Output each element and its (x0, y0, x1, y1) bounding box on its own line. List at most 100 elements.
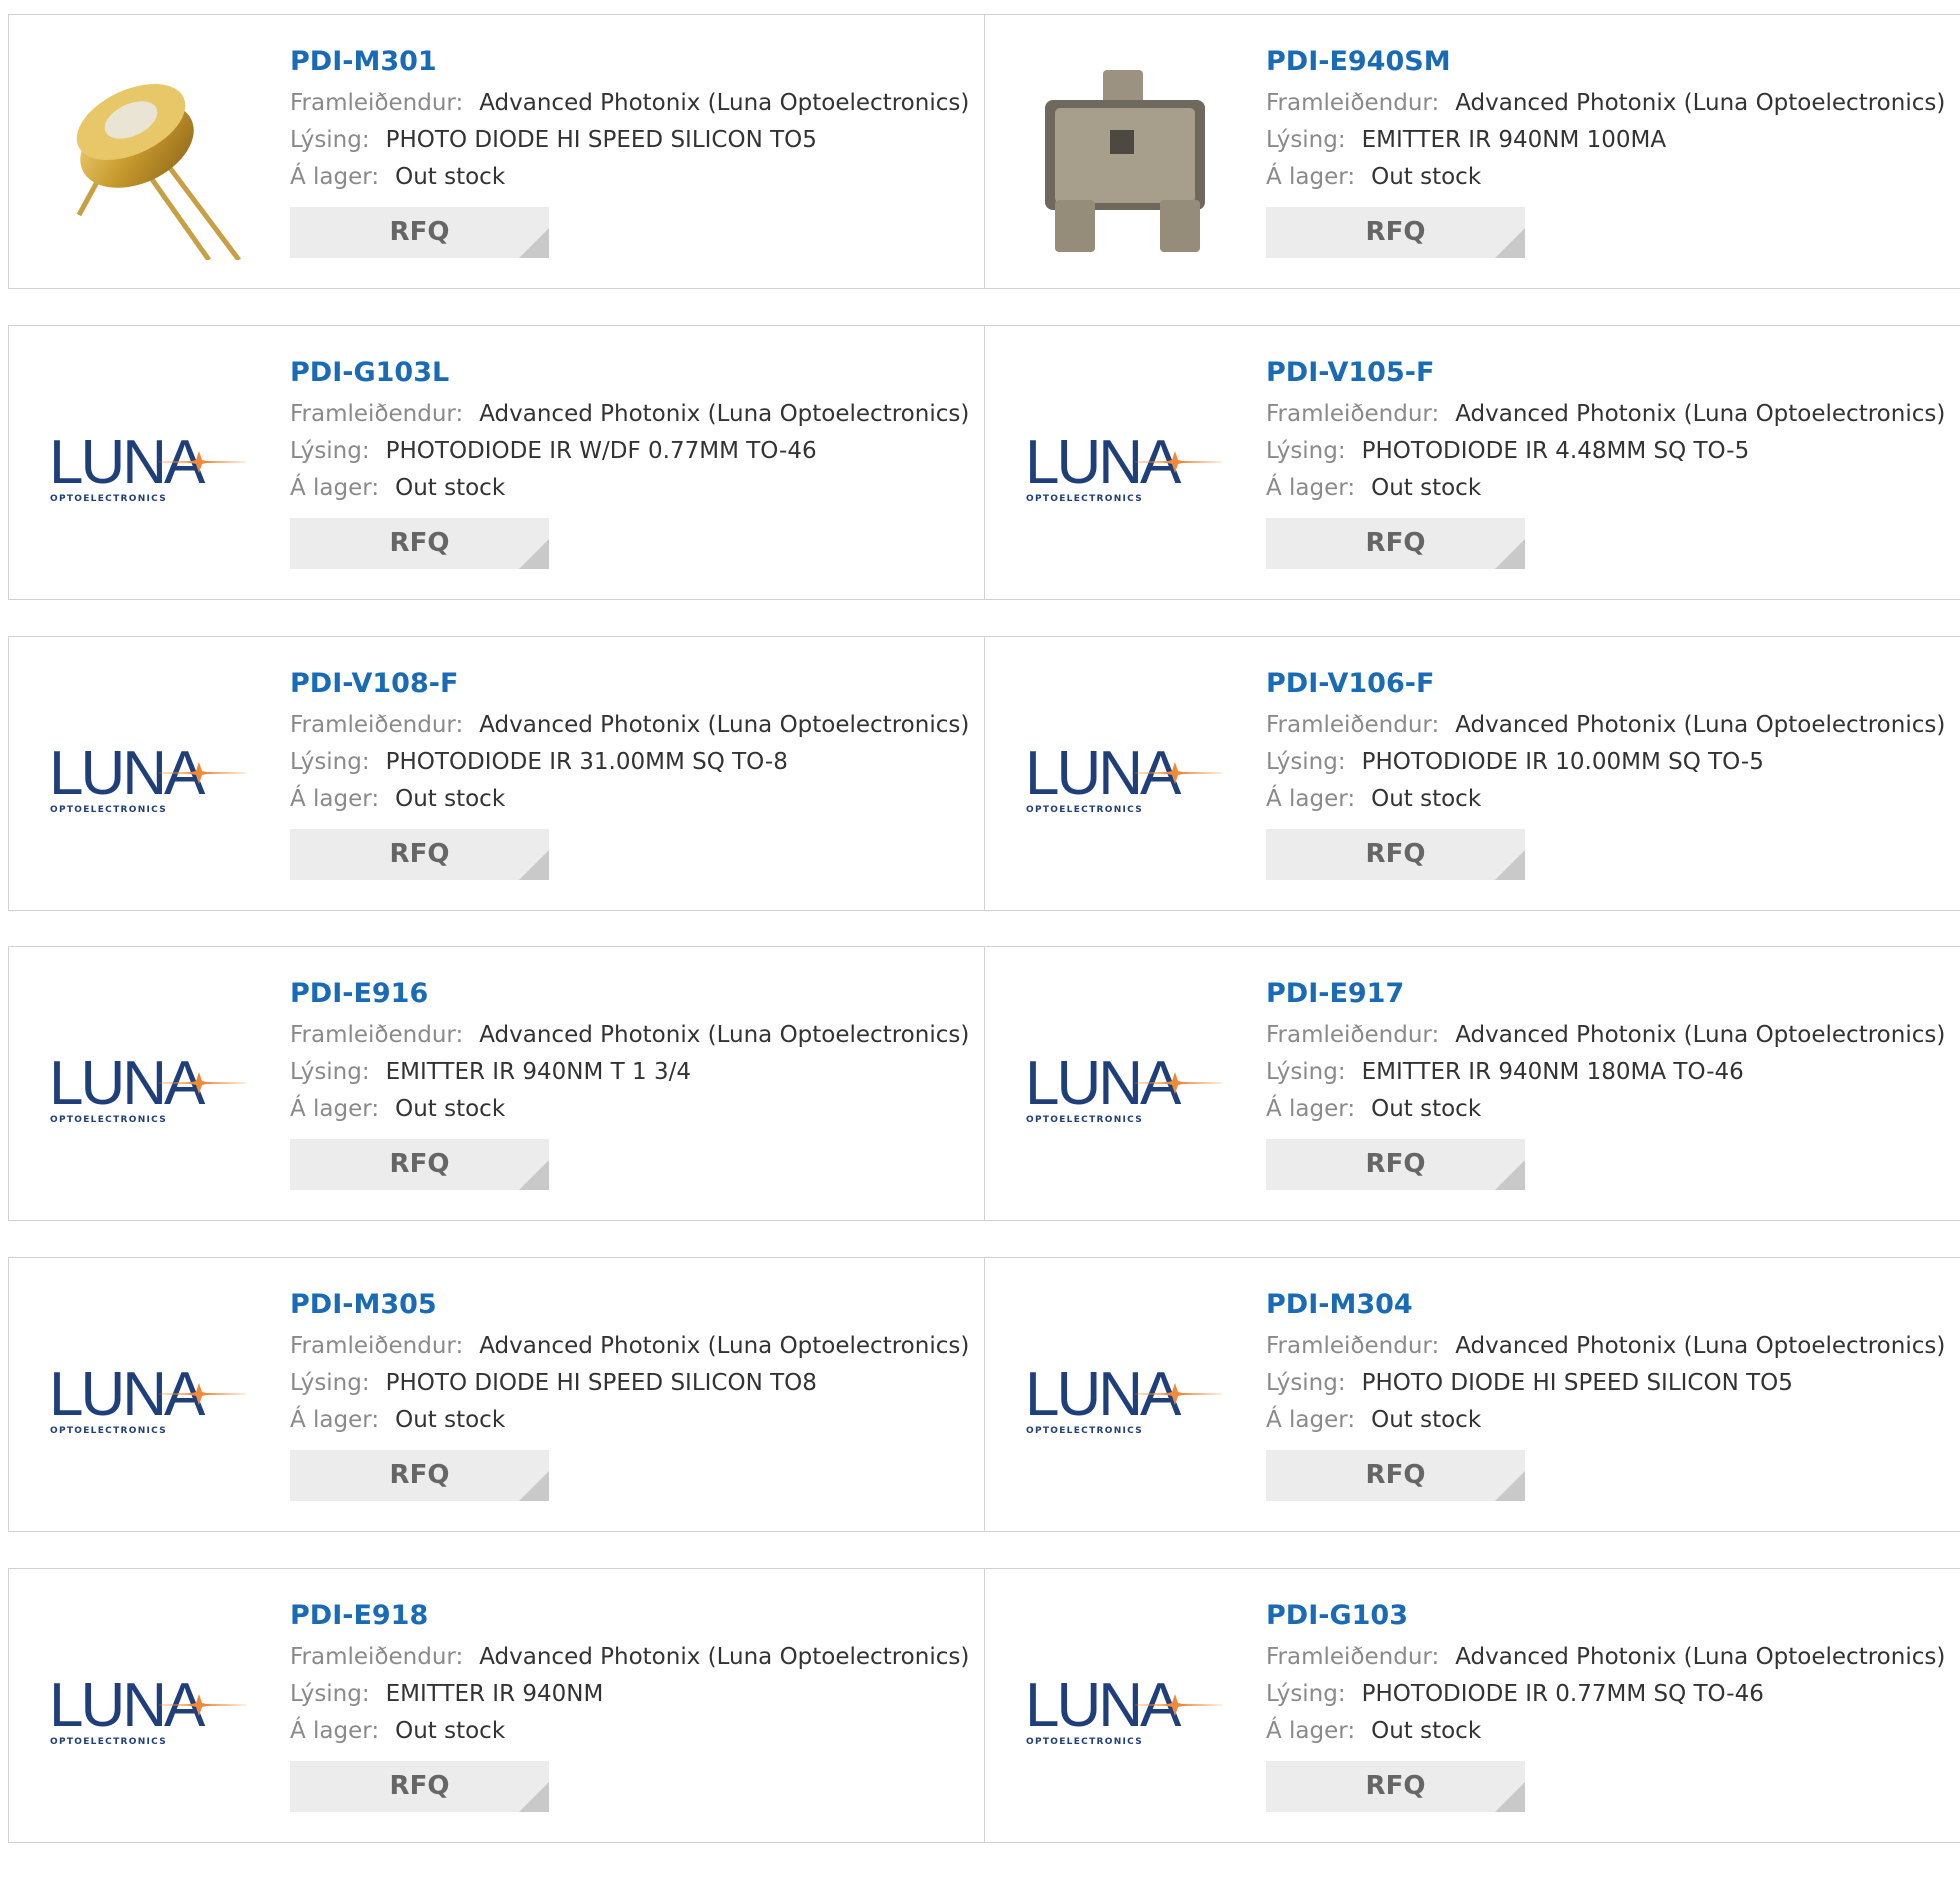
description-value: PHOTODIODE IR 0.77MM SQ TO-46 (1361, 1681, 1764, 1707)
logo-word: LUNA (1025, 1052, 1182, 1118)
manufacturer-label: Framleiðendur: (290, 1333, 464, 1359)
description-row: Lýsing: PHOTODIODE IR 0.77MM SQ TO-46 (1266, 1676, 1945, 1713)
product-card: LUNA OPTOELECTRONICS PDI-E917 Framleiðen… (984, 947, 1960, 1220)
part-number-link[interactable]: PDI-V106-F (1266, 667, 1945, 701)
stock-value: Out stock (1371, 1096, 1482, 1122)
product-image[interactable]: LUNA OPTOELECTRONICS (1025, 1303, 1225, 1503)
part-number-link[interactable]: PDI-E940SM (1266, 45, 1945, 79)
manufacturer-value: Advanced Photonix (Luna Optoelectronics) (1455, 90, 1946, 116)
product-image[interactable]: LUNA OPTOELECTRONICS (49, 371, 249, 571)
corner-fold-icon (1495, 1471, 1525, 1501)
corner-fold-icon (519, 1160, 549, 1190)
product-card: LUNA OPTOELECTRONICS PDI-V106-F Framleið… (984, 637, 1960, 910)
description-label: Lýsing: (290, 127, 370, 153)
rfq-button[interactable]: RFQ (290, 518, 549, 569)
manufacturer-label: Framleiðendur: (290, 401, 464, 427)
part-number-link[interactable]: PDI-M301 (290, 45, 969, 79)
logo-word: LUNA (1025, 1674, 1182, 1740)
luna-logo-icon: LUNA OPTOELECTRONICS (49, 1674, 247, 1747)
product-image[interactable]: LUNA OPTOELECTRONICS (1025, 371, 1225, 571)
stock-label: Á lager: (1266, 475, 1356, 501)
product-image[interactable]: LUNA OPTOELECTRONICS (1025, 992, 1225, 1192)
stock-value: Out stock (1371, 1407, 1482, 1433)
product-row: LUNA OPTOELECTRONICS PDI-G103L Framleiðe… (8, 325, 1960, 600)
rfq-button[interactable]: RFQ (1266, 207, 1525, 258)
corner-fold-icon (1495, 539, 1525, 569)
logo-subtitle: OPTOELECTRONICS (1026, 1737, 1143, 1747)
manufacturer-value: Advanced Photonix (Luna Optoelectronics) (479, 1333, 970, 1359)
product-image[interactable]: LUNA OPTOELECTRONICS (1025, 682, 1225, 882)
description-row: Lýsing: PHOTODIODE IR 4.48MM SQ TO-5 (1266, 433, 1945, 470)
luna-logo-icon: LUNA OPTOELECTRONICS (49, 742, 247, 815)
rfq-button[interactable]: RFQ (1266, 1761, 1525, 1812)
manufacturer-label: Framleiðendur: (1266, 401, 1440, 427)
product-card: LUNA OPTOELECTRONICS PDI-G103L Framleiðe… (9, 326, 984, 599)
product-info: PDI-M304 Framleiðendur: Advanced Photonix… (1266, 1288, 1945, 1501)
product-info: PDI-V105-F Framleiðendur: Advanced Photon… (1266, 356, 1945, 569)
product-row: LUNA OPTOELECTRONICS PDI-E916 Framleiðen… (8, 946, 1960, 1221)
manufacturer-row: Framleiðendur: Advanced Photonix (Luna Op… (1266, 1328, 1945, 1365)
part-number-link[interactable]: PDI-E916 (290, 977, 969, 1011)
manufacturer-row: Framleiðendur: Advanced Photonix (Luna Op… (1266, 396, 1945, 433)
manufacturer-row: Framleiðendur: Advanced Photonix (Luna Op… (290, 396, 969, 433)
product-image[interactable] (1025, 60, 1225, 260)
part-number-link[interactable]: PDI-E917 (1266, 977, 1945, 1011)
manufacturer-row: Framleiðendur: Advanced Photonix (Luna Op… (1266, 85, 1945, 122)
manufacturer-row: Framleiðendur: Advanced Photonix (Luna Op… (290, 85, 969, 122)
rfq-button[interactable]: RFQ (1266, 829, 1525, 880)
corner-fold-icon (519, 1471, 549, 1501)
product-image[interactable]: LUNA OPTOELECTRONICS (49, 682, 249, 882)
logo-subtitle: OPTOELECTRONICS (50, 1115, 167, 1125)
stock-value: Out stock (395, 1096, 506, 1122)
part-number-link[interactable]: PDI-M305 (290, 1288, 969, 1322)
product-info: PDI-M301 Framleiðendur: Advanced Photonix… (290, 45, 969, 258)
stock-value: Out stock (395, 1718, 506, 1744)
corner-fold-icon (519, 850, 549, 880)
stock-row: Á lager: Out stock (290, 781, 969, 818)
product-info: PDI-G103 Framleiðendur: Advanced Photonix… (1266, 1599, 1945, 1812)
product-image[interactable]: LUNA OPTOELECTRONICS (49, 992, 249, 1192)
rfq-button[interactable]: RFQ (290, 1761, 549, 1812)
corner-fold-icon (519, 1782, 549, 1812)
product-card: LUNA OPTOELECTRONICS PDI-M304 Framleiðen… (984, 1258, 1960, 1531)
description-row: Lýsing: EMITTER IR 940NM 180MA TO-46 (1266, 1054, 1945, 1091)
part-number-link[interactable]: PDI-M304 (1266, 1288, 1945, 1322)
stock-row: Á lager: Out stock (1266, 1402, 1945, 1439)
rfq-label: RFQ (1365, 528, 1426, 558)
product-card: LUNA OPTOELECTRONICS PDI-G103 Framleiðen… (984, 1569, 1960, 1842)
logo-word: LUNA (49, 1674, 206, 1740)
part-number-link[interactable]: PDI-V108-F (290, 667, 969, 701)
product-card: LUNA OPTOELECTRONICS PDI-M305 Framleiðen… (9, 1258, 984, 1531)
rfq-button[interactable]: RFQ (1266, 1450, 1525, 1501)
product-row: LUNA OPTOELECTRONICS PDI-V108-F Framleið… (8, 636, 1960, 911)
part-number-link[interactable]: PDI-G103L (290, 356, 969, 390)
rfq-button[interactable]: RFQ (1266, 1139, 1525, 1190)
rfq-label: RFQ (389, 528, 450, 558)
logo-word: LUNA (1025, 742, 1182, 808)
part-number-link[interactable]: PDI-V105-F (1266, 356, 1945, 390)
rfq-label: RFQ (389, 217, 450, 247)
rfq-button[interactable]: RFQ (290, 1450, 549, 1501)
manufacturer-row: Framleiðendur: Advanced Photonix (Luna Op… (1266, 1639, 1945, 1676)
rfq-button[interactable]: RFQ (290, 829, 549, 880)
manufacturer-label: Framleiðendur: (1266, 1644, 1440, 1670)
product-image[interactable]: LUNA OPTOELECTRONICS (49, 1614, 249, 1814)
part-number-link[interactable]: PDI-G103 (1266, 1599, 1945, 1633)
stock-label: Á lager: (290, 786, 380, 812)
product-image[interactable]: LUNA OPTOELECTRONICS (1025, 1614, 1225, 1814)
manufacturer-label: Framleiðendur: (290, 712, 464, 738)
product-image[interactable]: LUNA OPTOELECTRONICS (49, 1303, 249, 1503)
rfq-button[interactable]: RFQ (290, 207, 549, 258)
product-image[interactable] (49, 60, 249, 260)
rfq-button[interactable]: RFQ (1266, 518, 1525, 569)
product-info: PDI-V106-F Framleiðendur: Advanced Photon… (1266, 667, 1945, 880)
rfq-label: RFQ (389, 1771, 450, 1801)
stock-value: Out stock (1371, 1718, 1482, 1744)
rfq-label: RFQ (1365, 1771, 1426, 1801)
logo-subtitle: OPTOELECTRONICS (1026, 805, 1143, 815)
description-label: Lýsing: (290, 1370, 370, 1396)
part-number-link[interactable]: PDI-E918 (290, 1599, 969, 1633)
description-row: Lýsing: PHOTODIODE IR W/DF 0.77MM TO-46 (290, 433, 969, 470)
rfq-button[interactable]: RFQ (290, 1139, 549, 1190)
description-row: Lýsing: EMITTER IR 940NM T 1 3/4 (290, 1054, 969, 1091)
